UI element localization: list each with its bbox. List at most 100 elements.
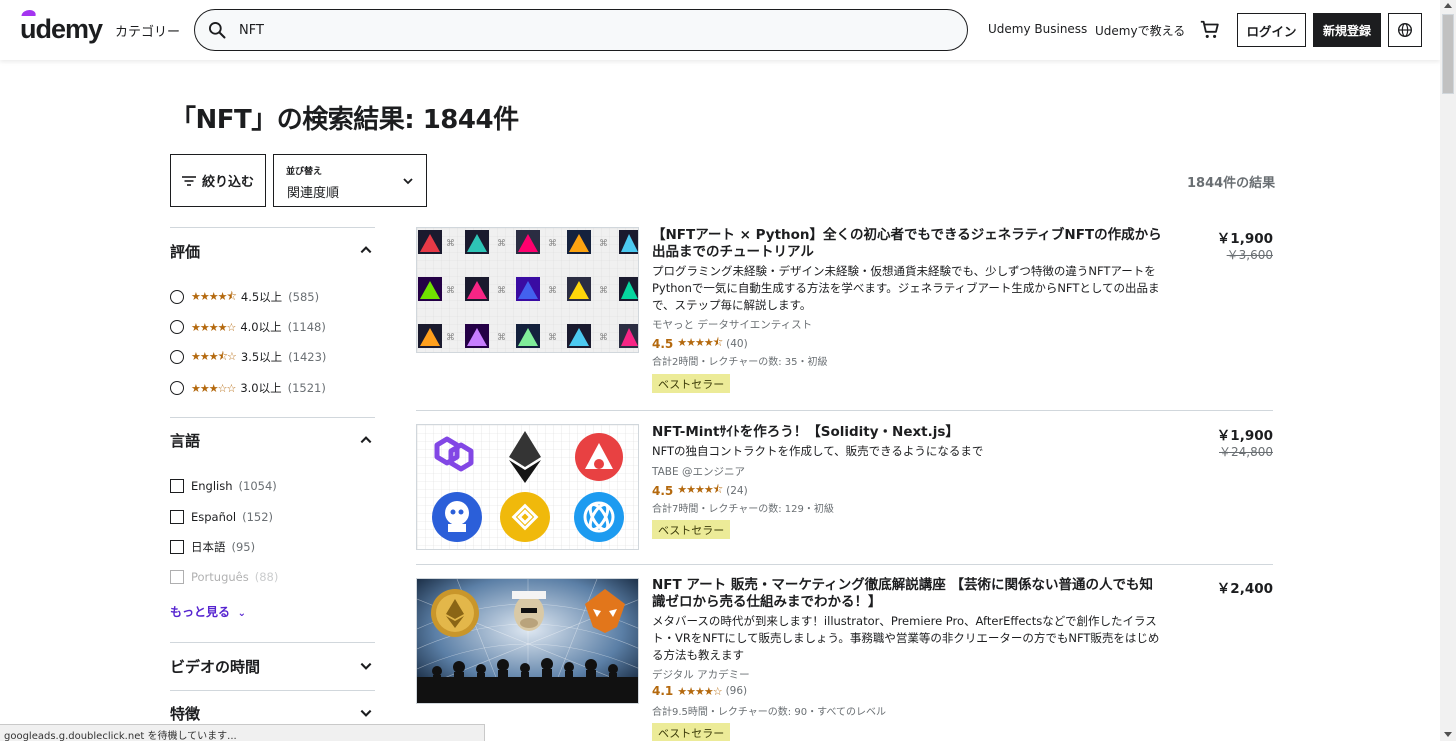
language-filter-title[interactable]: 言語	[170, 430, 200, 451]
rating-option-count: (1521)	[287, 381, 326, 395]
checkbox[interactable]	[170, 540, 184, 554]
rating-option-count: (585)	[288, 290, 320, 304]
language-option-count: (152)	[242, 510, 274, 524]
svg-text:⌘: ⌘	[497, 286, 506, 296]
star-rating-icon: ★★★☆☆	[191, 381, 236, 395]
radio-button[interactable]	[170, 350, 184, 364]
show-more-link[interactable]: もっと見る ⌄	[170, 603, 246, 620]
filter-icon	[181, 175, 196, 186]
rating-option[interactable]: ★★★★⯪ 4.5以上 (585)	[170, 289, 319, 305]
radio-button[interactable]	[170, 290, 184, 304]
course-original-price: ￥24,800	[1219, 445, 1273, 459]
video-length-filter-title[interactable]: ビデオの時間	[170, 656, 260, 677]
page-scrollbar[interactable]	[1440, 0, 1456, 741]
sort-select[interactable]: 並び替え 関連度順	[273, 154, 427, 207]
course-rating: 4.5 ★★★★⯪ (40)	[652, 334, 748, 353]
review-count: (24)	[726, 484, 748, 497]
language-option[interactable]: Español (152)	[170, 509, 273, 525]
search-icon[interactable]	[207, 20, 227, 40]
udemy-logo[interactable]: udemy	[20, 10, 103, 45]
course-meta: 合計9.5時間・レクチャーの数: 90・すべてのレベル	[652, 707, 886, 718]
chevron-up-icon[interactable]	[359, 243, 373, 257]
rating-value: 4.5	[652, 336, 674, 351]
filter-label: 絞り込む	[201, 175, 254, 190]
radio-button[interactable]	[170, 381, 184, 395]
result-count: 1844件の結果	[1187, 176, 1276, 191]
checkbox[interactable]	[170, 479, 184, 493]
course-price: ￥2,400	[1216, 581, 1273, 597]
scrollbar-thumb[interactable]	[1442, 14, 1454, 94]
teach-on-udemy-link[interactable]: Udemyで教える	[1095, 22, 1185, 39]
signup-button[interactable]: 新規登録	[1313, 13, 1381, 47]
language-button[interactable]	[1388, 13, 1422, 47]
scroll-down-arrow-icon[interactable]	[1444, 732, 1452, 737]
course-instructor: TABE @エンジニア	[652, 466, 745, 478]
rating-option[interactable]: ★★★☆☆ 3.0以上 (1521)	[170, 380, 326, 396]
svg-text:⌘: ⌘	[548, 239, 557, 249]
sort-label: 並び替え	[286, 167, 323, 177]
course-thumbnail[interactable]	[416, 578, 639, 704]
rating-option-count: (1148)	[287, 320, 326, 334]
divider	[416, 564, 1273, 565]
course-price: ￥1,900	[1216, 231, 1273, 247]
svg-text:⌘: ⌘	[497, 333, 506, 343]
bestseller-badge: ベストセラー	[652, 520, 731, 539]
course-thumbnail[interactable]	[416, 424, 639, 550]
nft-network-image	[417, 579, 638, 703]
chevron-down-icon	[403, 178, 413, 185]
browser-status-bar: googleads.g.doubleclick.net を待機しています...	[0, 724, 485, 741]
course-title[interactable]: NFT アート 販売・マーケティング徹底解説講座 【芸術に関係ない普通の人でも知…	[652, 577, 1162, 611]
star-rating-icon: ★★★★☆	[677, 684, 722, 698]
rating-option[interactable]: ★★★★☆ 4.0以上 (1148)	[170, 319, 326, 335]
cart-icon[interactable]	[1199, 19, 1221, 41]
checkbox[interactable]	[170, 570, 184, 584]
svg-text:⌘: ⌘	[599, 286, 608, 296]
radio-button[interactable]	[170, 320, 184, 334]
language-option-label: 日本語	[191, 540, 226, 554]
language-option[interactable]: Português (88)	[170, 569, 278, 585]
language-option-label: Español	[191, 510, 237, 524]
rating-option-label: 4.0以上	[240, 320, 282, 334]
categories-link[interactable]: カテゴリー	[115, 21, 180, 40]
course-title[interactable]: NFT-Mintｻｲﾄを作ろう！【Solidity・Next.js】	[652, 424, 1162, 441]
rating-option[interactable]: ★★★⯪☆ 3.5以上 (1423)	[170, 349, 326, 365]
course-meta: 合計2時間・レクチャーの数: 35・初級	[652, 357, 828, 368]
page-title: 「NFT」の検索結果: 1844件	[170, 105, 519, 135]
review-count: (96)	[725, 685, 748, 697]
udemy-business-link[interactable]: Udemy Business	[988, 22, 1087, 36]
course-description: NFTの独自コントラクトを作成して、販売できるようになるまで	[652, 444, 984, 458]
svg-text:⌘: ⌘	[548, 286, 557, 296]
rating-option-label: 3.0以上	[240, 381, 282, 395]
language-option[interactable]: 日本語 (95)	[170, 539, 255, 555]
generative-nft-grid-image: ⌘ ⌘ ⌘ ⌘ ⌘ ⌘ ⌘ ⌘ ⌘ ⌘ ⌘ ⌘	[417, 228, 638, 352]
login-button[interactable]: ログイン	[1237, 13, 1306, 47]
language-option-count: (88)	[254, 570, 279, 584]
svg-text:⌘: ⌘	[497, 239, 506, 249]
course-price: ￥1,900	[1216, 428, 1273, 444]
scroll-up-arrow-icon[interactable]	[1444, 3, 1452, 8]
top-header: udemy カテゴリー Udemy Business Udemyで教える ログイ…	[0, 0, 1440, 60]
course-original-price: ￥3,600	[1226, 248, 1273, 262]
chevron-up-icon[interactable]	[359, 433, 373, 447]
rating-filter-title[interactable]: 評価	[170, 241, 200, 262]
features-filter-title[interactable]: 特徴	[170, 703, 200, 724]
course-title[interactable]: 【NFTアート × Python】全くの初心者でもできるジェネラティブNFTの作…	[652, 227, 1162, 261]
course-description: メタバースの時代が到来します！illustrator、Premiere Pro、…	[652, 614, 1160, 662]
course-instructor: モヤっと データサイエンティスト	[652, 319, 813, 331]
globe-icon	[1398, 23, 1412, 37]
chevron-down-icon[interactable]	[359, 706, 373, 720]
search-input[interactable]	[239, 20, 939, 40]
star-rating-icon: ★★★★⯪	[677, 336, 723, 349]
review-count: (40)	[726, 337, 748, 350]
language-option-label: English	[191, 479, 233, 493]
logo-text: udemy	[20, 14, 103, 44]
language-option[interactable]: English (1054)	[170, 478, 277, 494]
course-thumbnail[interactable]: ⌘ ⌘ ⌘ ⌘ ⌘ ⌘ ⌘ ⌘ ⌘ ⌘ ⌘ ⌘	[416, 227, 639, 353]
checkbox[interactable]	[170, 510, 184, 524]
course-description: プログラミング未経験・デザイン未経験・仮想通貨未経験でも、少しずつ特徴の違うNF…	[652, 264, 1160, 312]
star-rating-icon: ★★★★☆	[191, 320, 236, 334]
chevron-down-icon[interactable]	[359, 659, 373, 673]
bestseller-badge: ベストセラー	[652, 374, 731, 393]
filter-button[interactable]: 絞り込む	[170, 154, 266, 207]
search-bar[interactable]	[194, 9, 968, 51]
